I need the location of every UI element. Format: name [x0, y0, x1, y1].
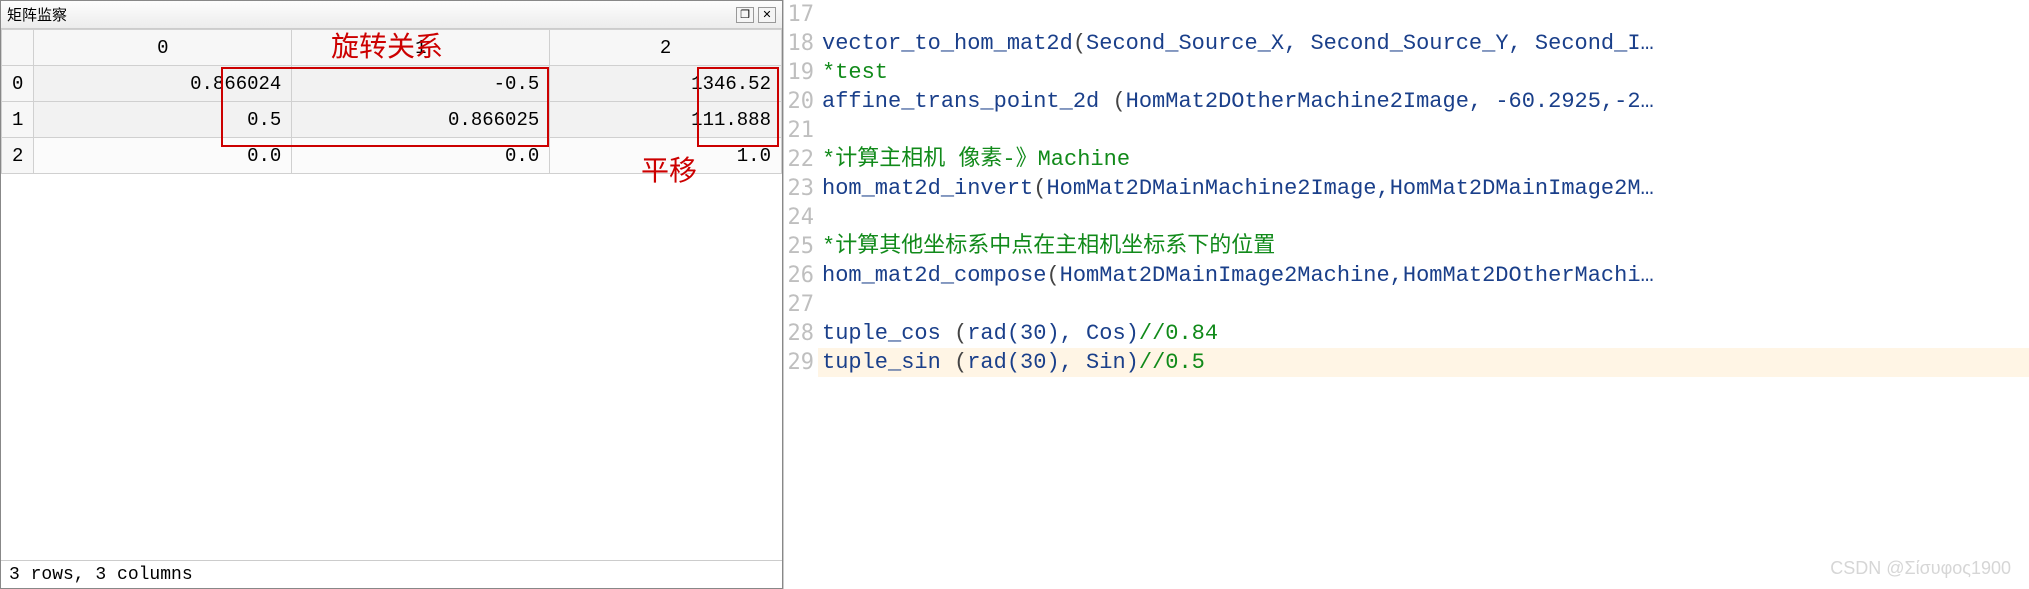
row-header[interactable]: 2	[2, 138, 34, 174]
table-row: 2 0.0 0.0 1.0	[2, 138, 782, 174]
table-row: 1 0.5 0.866025 111.888	[2, 102, 782, 138]
code-line[interactable]	[818, 290, 2029, 319]
code-line[interactable]: *test	[818, 58, 2029, 87]
line-number: 18	[784, 29, 818, 58]
line-number: 22	[784, 145, 818, 174]
code-line[interactable]: *计算主相机 像素-》Machine	[818, 145, 2029, 174]
line-gutter: 171819202122232425262728▸29	[784, 0, 818, 589]
line-number: 24	[784, 203, 818, 232]
matrix-cell[interactable]: -0.5	[292, 66, 550, 102]
code-line[interactable]: hom_mat2d_invert(HomMat2DMainMachine2Ima…	[818, 174, 2029, 203]
code-line[interactable]: hom_mat2d_compose(HomMat2DMainImage2Mach…	[818, 261, 2029, 290]
line-number: 25	[784, 232, 818, 261]
code-line[interactable]: affine_trans_point_2d (HomMat2DOtherMach…	[818, 87, 2029, 116]
code-line[interactable]: *计算其他坐标系中点在主相机坐标系下的位置	[818, 232, 2029, 261]
close-icon[interactable]: ✕	[758, 7, 776, 23]
matrix-cell[interactable]: 0.0	[292, 138, 550, 174]
code-line[interactable]: tuple_sin (rad(30), Sin)//0.5	[818, 348, 2029, 377]
table-row: 0 0.866024 -0.5 1346.52	[2, 66, 782, 102]
code-line[interactable]	[818, 0, 2029, 29]
matrix-titlebar: 矩阵监察 ❐ ✕	[1, 1, 782, 29]
matrix-cell[interactable]: 111.888	[550, 102, 782, 138]
restore-icon[interactable]: ❐	[736, 7, 754, 23]
breakpoint-arrow-icon: ▸	[783, 319, 785, 348]
line-number: 19	[784, 58, 818, 87]
matrix-cell[interactable]: 1.0	[550, 138, 782, 174]
line-number: 20	[784, 87, 818, 116]
code-line[interactable]: vector_to_hom_mat2d(Second_Source_X, Sec…	[818, 29, 2029, 58]
matrix-cell[interactable]: 0.0	[34, 138, 292, 174]
line-number: 21	[784, 116, 818, 145]
watermark: CSDN @Σίσυφος1900	[1830, 558, 2011, 579]
code-line[interactable]: tuple_cos (rad(30), Cos)//0.84	[818, 319, 2029, 348]
line-number: 26	[784, 261, 818, 290]
line-number: 23	[784, 174, 818, 203]
col-header[interactable]: 2	[550, 30, 782, 66]
line-number: 28▸	[784, 319, 818, 348]
code-line[interactable]	[818, 203, 2029, 232]
matrix-corner	[2, 30, 34, 66]
line-number: 17	[784, 0, 818, 29]
col-header[interactable]: 1	[292, 30, 550, 66]
code-lines[interactable]: vector_to_hom_mat2d(Second_Source_X, Sec…	[818, 0, 2029, 589]
matrix-grid-wrap: 0 1 2 0 0.866024 -0.5 1346.52 1 0.5	[1, 29, 782, 560]
col-header[interactable]: 0	[34, 30, 292, 66]
line-number: 27	[784, 290, 818, 319]
matrix-title: 矩阵监察	[7, 4, 736, 25]
row-header[interactable]: 0	[2, 66, 34, 102]
row-header[interactable]: 1	[2, 102, 34, 138]
code-line[interactable]	[818, 116, 2029, 145]
matrix-cell[interactable]: 1346.52	[550, 66, 782, 102]
matrix-inspector-panel: 矩阵监察 ❐ ✕ 0 1 2 0 0.8	[0, 0, 783, 589]
matrix-grid: 0 1 2 0 0.866024 -0.5 1346.52 1 0.5	[1, 29, 782, 174]
matrix-cell[interactable]: 0.5	[34, 102, 292, 138]
matrix-cell[interactable]: 0.866025	[292, 102, 550, 138]
code-editor-panel: 171819202122232425262728▸29 vector_to_ho…	[783, 0, 2029, 589]
matrix-cell[interactable]: 0.866024	[34, 66, 292, 102]
matrix-status: 3 rows, 3 columns	[1, 560, 782, 588]
line-number: 29	[784, 348, 818, 377]
